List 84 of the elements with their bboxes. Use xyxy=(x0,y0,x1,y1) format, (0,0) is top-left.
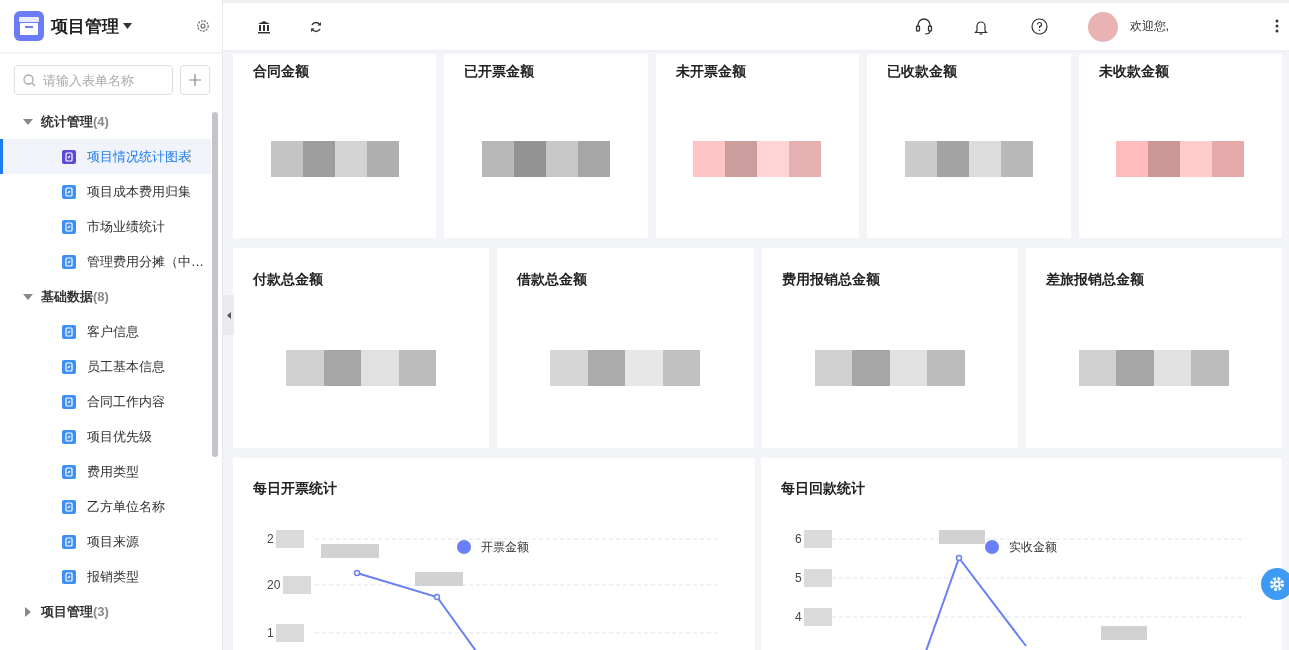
data-point xyxy=(433,593,441,601)
refresh-icon[interactable] xyxy=(310,20,322,33)
bank-icon[interactable] xyxy=(257,19,271,34)
sidebar-item[interactable]: 乙方单位名称 xyxy=(0,489,211,524)
legend-label: 开票金额 xyxy=(481,540,529,554)
sidebar-item[interactable]: 费用类型 xyxy=(0,454,211,489)
blurred-label xyxy=(276,530,304,548)
blurred-label xyxy=(321,544,379,558)
axis-tick-label: 6 xyxy=(794,532,802,546)
legend-dot xyxy=(984,540,999,554)
data-point xyxy=(955,554,962,562)
sidebar-item[interactable]: 项目优先级 xyxy=(0,419,211,454)
form-icon xyxy=(62,499,76,514)
search-field[interactable]: 请输入表单名称 xyxy=(14,65,173,95)
legend-label: 实收金额 xyxy=(1008,540,1057,554)
scrollbar[interactable] xyxy=(212,112,218,457)
sidebar-item[interactable]: 市场业绩统计 xyxy=(0,209,211,244)
form-icon xyxy=(62,254,76,269)
form-icon xyxy=(62,394,76,409)
axis-tick-label: 2 xyxy=(267,532,274,546)
form-icon xyxy=(62,149,76,164)
card-title: 付款总金额 xyxy=(253,270,324,288)
axis-tick-label: 5 xyxy=(794,571,802,585)
caret-down-icon[interactable] xyxy=(123,23,132,29)
legend-dot xyxy=(457,540,471,554)
chart-title: 每日回款统计 xyxy=(780,480,865,498)
blurred-label xyxy=(803,569,832,587)
sidebar-item[interactable]: 合同工作内容 xyxy=(0,384,211,419)
greeting-text: 欢迎您, xyxy=(1129,18,1169,35)
form-icon xyxy=(62,184,76,199)
blurred-label xyxy=(803,530,832,548)
sidebar-item[interactable]: 项目来源 xyxy=(0,524,211,559)
more-icon[interactable] xyxy=(1275,19,1279,33)
settings-button[interactable] xyxy=(1261,568,1289,600)
settings-icon xyxy=(1269,576,1285,592)
card-title: 合同金额 xyxy=(253,62,310,80)
form-icon xyxy=(62,429,76,444)
blurred-label xyxy=(938,530,985,544)
form-icon xyxy=(62,569,76,584)
collapse-arrow-icon[interactable] xyxy=(23,118,33,125)
blurred-label xyxy=(415,572,463,586)
help-icon[interactable] xyxy=(1030,18,1048,35)
sidebar-item[interactable]: 报销类型 xyxy=(0,559,211,594)
collapse-arrow-icon xyxy=(226,311,231,319)
form-icon xyxy=(62,464,76,479)
axis-tick-label: 20 xyxy=(267,578,281,592)
settings-icon[interactable] xyxy=(196,19,210,33)
drag-handle-icon[interactable] xyxy=(188,149,191,163)
card-title: 借款总金额 xyxy=(517,270,589,288)
headset-icon[interactable] xyxy=(914,18,933,35)
axis-tick-label: 1 xyxy=(267,626,274,640)
data-point xyxy=(353,569,361,577)
form-icon xyxy=(62,324,76,339)
app-title: 项目管理 xyxy=(51,15,119,38)
axis-tick-label: 4 xyxy=(794,610,802,624)
group-label[interactable]: 基础数据(8) xyxy=(41,287,109,306)
plus-icon xyxy=(189,74,201,86)
form-icon xyxy=(62,534,76,549)
blurred-label xyxy=(283,576,311,594)
sidebar-item[interactable]: 管理费用分摊（中… xyxy=(0,244,211,279)
chart-title: 每日开票统计 xyxy=(253,480,337,498)
card-title: 已开票金额 xyxy=(464,62,536,80)
card-title: 费用报销总金额 xyxy=(781,270,881,288)
group-label[interactable]: 项目管理(3) xyxy=(41,602,109,621)
card-title: 已收款金额 xyxy=(887,62,959,80)
sidebar-item[interactable]: 客户信息 xyxy=(0,314,211,349)
search-icon xyxy=(23,74,36,87)
collapse-arrow-icon[interactable] xyxy=(23,293,33,300)
form-icon xyxy=(62,219,76,234)
form-icon xyxy=(62,359,76,374)
sidebar-item[interactable]: 项目成本费用归集 xyxy=(0,174,211,209)
expand-arrow-icon[interactable] xyxy=(23,606,33,617)
collapse-handle[interactable] xyxy=(223,295,234,335)
app-logo-icon xyxy=(14,11,44,41)
blurred-label xyxy=(276,624,304,642)
blurred-label xyxy=(1100,626,1147,640)
card-title: 未开票金额 xyxy=(675,62,747,80)
sidebar-item[interactable]: 员工基本信息 xyxy=(0,349,211,384)
card-title: 未收款金额 xyxy=(1098,62,1170,80)
blurred-label xyxy=(803,608,832,626)
card-title: 差旅报销总金额 xyxy=(1045,270,1145,288)
group-label[interactable]: 统计管理(4) xyxy=(41,112,109,131)
bell-icon[interactable] xyxy=(973,18,988,35)
sidebar-item[interactable]: 项目情况统计图表 xyxy=(0,139,211,174)
